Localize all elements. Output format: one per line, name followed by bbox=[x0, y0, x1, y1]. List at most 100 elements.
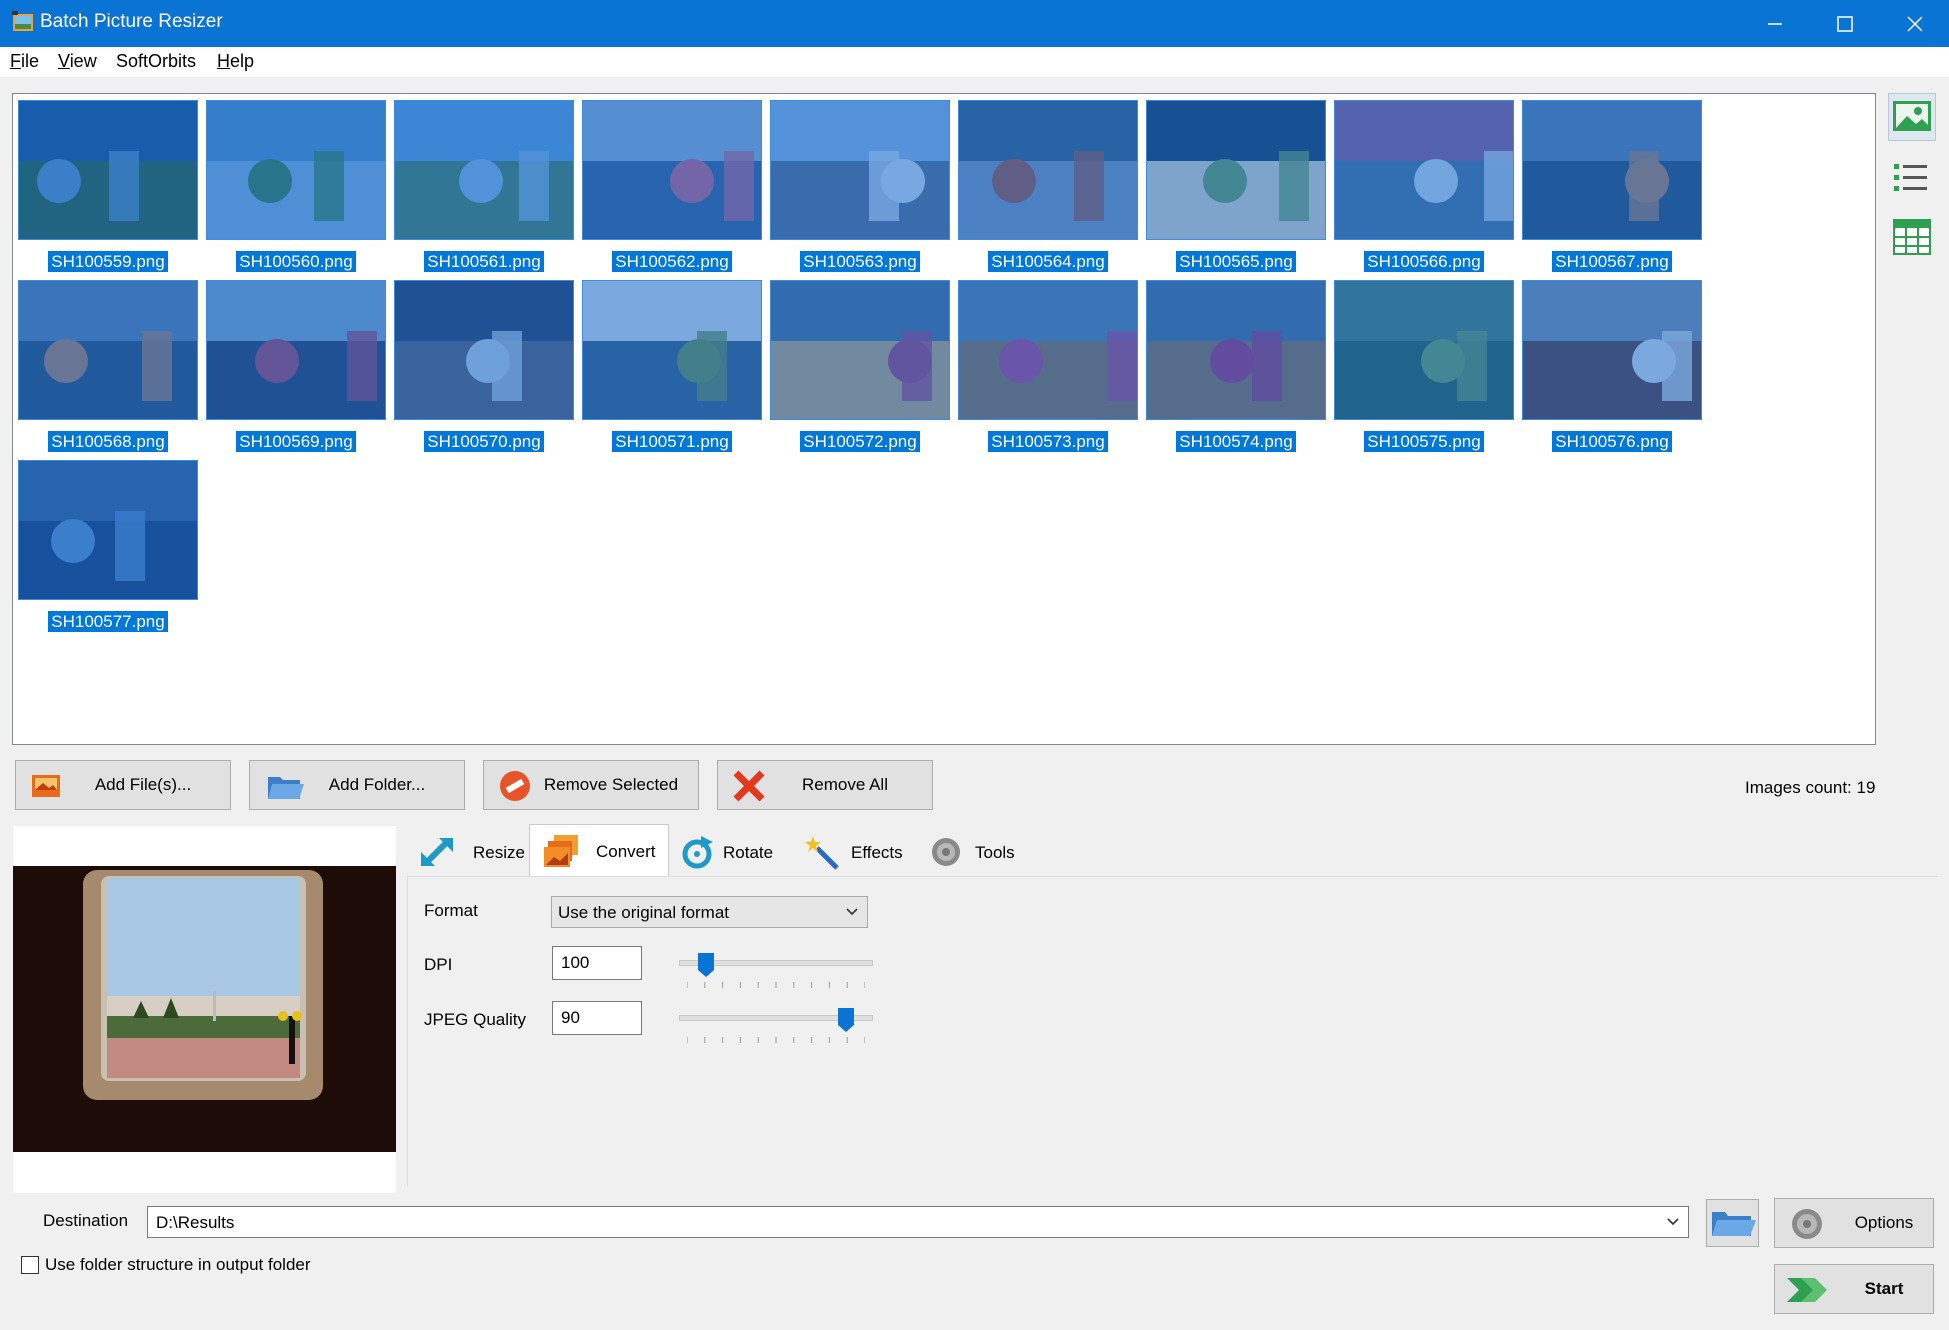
image-list-panel[interactable]: SH100559.png SH100560.png SH100561.png SH10… bbox=[12, 93, 1876, 745]
add-files-button[interactable]: Add File(s)... bbox=[15, 760, 231, 810]
image-thumbnail[interactable]: SH100571.png bbox=[582, 280, 762, 458]
thumbnail-filename: SH100564.png bbox=[988, 251, 1108, 272]
add-folder-button[interactable]: Add Folder... bbox=[249, 760, 465, 810]
thumbnail-image bbox=[770, 280, 950, 420]
jpeg-slider-ticks bbox=[687, 1037, 865, 1043]
minimize-button[interactable] bbox=[1740, 0, 1810, 47]
resize-arrow-icon bbox=[421, 837, 453, 867]
jpeg-slider-thumb[interactable] bbox=[837, 1007, 855, 1033]
thumbnails-view-button[interactable] bbox=[1888, 93, 1936, 141]
dpi-slider-ticks bbox=[687, 982, 865, 988]
image-thumbnail[interactable]: SH100562.png bbox=[582, 100, 762, 278]
image-thumbnail[interactable]: SH100575.png bbox=[1334, 280, 1514, 458]
table-view-icon bbox=[1893, 219, 1931, 255]
table-view-button[interactable] bbox=[1888, 213, 1936, 261]
menu-help[interactable]: Help bbox=[217, 51, 254, 72]
thumbnails-view-icon bbox=[1893, 101, 1931, 131]
thumbnail-image bbox=[1522, 100, 1702, 240]
thumbnail-filename: SH100576.png bbox=[1552, 431, 1672, 452]
tab-resize[interactable]: Resize bbox=[407, 826, 529, 876]
start-arrow-icon bbox=[1787, 1278, 1827, 1302]
dpi-input[interactable]: 100 bbox=[552, 946, 642, 980]
tab-convert[interactable]: Convert bbox=[529, 824, 669, 877]
image-thumbnail[interactable]: SH100561.png bbox=[394, 100, 574, 278]
thumbnail-image bbox=[770, 100, 950, 240]
images-count: Images count: 19 bbox=[1745, 778, 1876, 797]
remove-all-button[interactable]: Remove All bbox=[717, 760, 933, 810]
dpi-slider[interactable] bbox=[679, 952, 873, 992]
image-thumbnail[interactable]: SH100567.png bbox=[1522, 100, 1702, 278]
remove-selected-button[interactable]: Remove Selected bbox=[483, 760, 699, 810]
browse-folder-button[interactable] bbox=[1706, 1199, 1759, 1247]
title-bar: Batch Picture Resizer bbox=[0, 0, 1949, 47]
thumbnail-image bbox=[1146, 100, 1326, 240]
thumbnail-filename: SH100575.png bbox=[1364, 431, 1484, 452]
dpi-slider-thumb[interactable] bbox=[697, 952, 715, 978]
thumbnail-filename: SH100562.png bbox=[612, 251, 732, 272]
menu-softorbits[interactable]: SoftOrbits bbox=[116, 51, 196, 72]
close-button[interactable] bbox=[1880, 0, 1949, 47]
use-folder-structure-checkbox[interactable] bbox=[21, 1256, 39, 1274]
image-thumbnail[interactable]: SH100568.png bbox=[18, 280, 198, 458]
dpi-label: DPI bbox=[424, 955, 453, 974]
app-icon bbox=[12, 11, 33, 31]
image-thumbnail[interactable]: SH100572.png bbox=[770, 280, 950, 458]
rotate-icon bbox=[682, 836, 713, 869]
image-thumbnail[interactable]: SH100570.png bbox=[394, 280, 574, 458]
thumbnail-image bbox=[394, 280, 574, 420]
thumbnail-image bbox=[1334, 100, 1514, 240]
image-thumbnail[interactable]: SH100573.png bbox=[958, 280, 1138, 458]
tab-effects[interactable]: Effects bbox=[791, 826, 915, 876]
maximize-icon bbox=[1837, 16, 1853, 32]
convert-images-icon bbox=[544, 835, 578, 867]
image-thumbnail[interactable]: SH100577.png bbox=[18, 460, 198, 638]
minimize-icon bbox=[1768, 23, 1782, 25]
thumbnail-image bbox=[1334, 280, 1514, 420]
menu-file[interactable]: File bbox=[10, 51, 39, 72]
thumbnail-image bbox=[958, 100, 1138, 240]
image-thumbnail[interactable]: SH100560.png bbox=[206, 100, 386, 278]
magic-wand-icon bbox=[805, 836, 839, 870]
thumbnail-image bbox=[206, 280, 386, 420]
thumbnail-filename: SH100573.png bbox=[988, 431, 1108, 452]
thumbnail-filename: SH100570.png bbox=[424, 431, 544, 452]
thumbnail-image bbox=[1522, 280, 1702, 420]
thumbnail-image bbox=[18, 100, 198, 240]
image-thumbnail[interactable]: SH100564.png bbox=[958, 100, 1138, 278]
destination-input[interactable]: D:\Results bbox=[147, 1206, 1689, 1238]
tab-tools[interactable]: Tools bbox=[915, 826, 1031, 876]
thumbnail-filename: SH100572.png bbox=[800, 431, 920, 452]
list-view-icon bbox=[1894, 164, 1927, 191]
thumbnail-image bbox=[958, 280, 1138, 420]
thumbnail-filename: SH100567.png bbox=[1552, 251, 1672, 272]
thumbnail-filename: SH100571.png bbox=[612, 431, 732, 452]
image-thumbnail[interactable]: SH100565.png bbox=[1146, 100, 1326, 278]
folder-icon bbox=[1712, 1212, 1756, 1236]
close-icon bbox=[1907, 16, 1923, 32]
image-thumbnail[interactable]: SH100563.png bbox=[770, 100, 950, 278]
start-button[interactable]: Start bbox=[1774, 1264, 1934, 1314]
thumbnail-filename: SH100563.png bbox=[800, 251, 920, 272]
menu-view[interactable]: View bbox=[58, 51, 97, 72]
image-thumbnail[interactable]: SH100569.png bbox=[206, 280, 386, 458]
image-thumbnail[interactable]: SH100566.png bbox=[1334, 100, 1514, 278]
list-view-button[interactable] bbox=[1888, 155, 1936, 203]
image-thumbnail[interactable]: SH100576.png bbox=[1522, 280, 1702, 458]
maximize-button[interactable] bbox=[1810, 0, 1880, 47]
jpeg-quality-slider[interactable] bbox=[679, 1007, 873, 1047]
thumbnail-filename: SH100561.png bbox=[424, 251, 544, 272]
format-select[interactable]: Use the original format bbox=[551, 896, 868, 928]
thumbnail-image bbox=[206, 100, 386, 240]
jpeg-quality-input[interactable]: 90 bbox=[552, 1001, 642, 1035]
options-button[interactable]: Options bbox=[1774, 1198, 1934, 1248]
chevron-down-icon[interactable] bbox=[1666, 1215, 1680, 1229]
tab-rotate[interactable]: Rotate bbox=[667, 826, 791, 876]
format-label: Format bbox=[424, 901, 478, 920]
image-thumbnail[interactable]: SH100559.png bbox=[18, 100, 198, 278]
image-thumbnail[interactable]: SH100574.png bbox=[1146, 280, 1326, 458]
chevron-down-icon bbox=[846, 908, 858, 916]
operation-tabs: Resize Convert Rotate Effects Tools bbox=[407, 824, 1937, 877]
thumbnail-image bbox=[18, 280, 198, 420]
thumbnail-filename: SH100566.png bbox=[1364, 251, 1484, 272]
use-folder-structure-label[interactable]: Use folder structure in output folder bbox=[45, 1255, 311, 1275]
